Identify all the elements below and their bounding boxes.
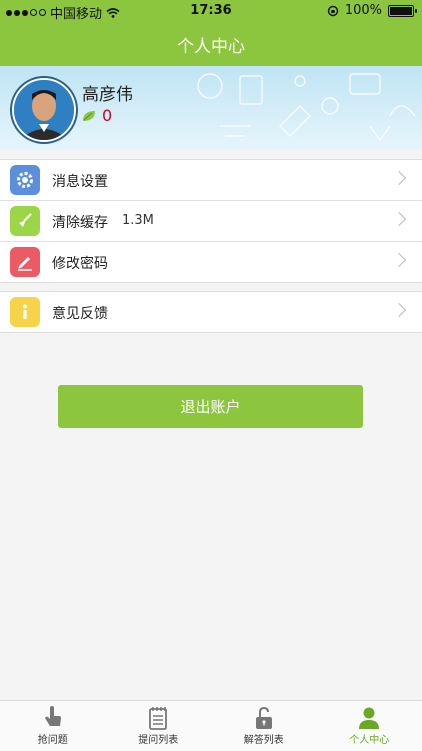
tab-label: 抢问题 [38, 731, 68, 746]
unlock-icon [252, 705, 276, 731]
tab-label: 个人中心 [349, 731, 389, 746]
tab-grab-question[interactable]: 抢问题 [0, 701, 106, 751]
info-icon [10, 297, 40, 327]
leaf-icon [82, 110, 96, 122]
battery-icon [388, 5, 414, 17]
battery-percent: 100% [345, 3, 382, 18]
menu-item-message-settings[interactable]: 消息设置 [0, 160, 422, 201]
broom-icon [10, 206, 40, 236]
pencil-icon [10, 247, 40, 277]
notepad-icon [146, 705, 170, 731]
logout-button[interactable]: 退出账户 [58, 385, 363, 428]
menu-label: 清除缓存 [52, 212, 108, 232]
chevron-right-icon [392, 253, 406, 267]
tab-bar: 抢问题 提问列表 解答列表 个人中心 [0, 700, 422, 751]
menu-item-feedback[interactable]: 意见反馈 [0, 292, 422, 332]
feedback-menu: 意见反馈 [0, 291, 422, 333]
nav-bar: 个人中心 [0, 22, 422, 66]
avatar[interactable] [12, 78, 76, 142]
tab-label: 解答列表 [244, 731, 284, 746]
status-right: 100% [327, 3, 414, 18]
score-row: 0 [82, 106, 112, 125]
doodle-background [180, 66, 422, 150]
menu-label: 消息设置 [52, 171, 108, 191]
tab-question-list[interactable]: 提问列表 [106, 701, 212, 751]
page-title: 个人中心 [177, 32, 245, 57]
cache-size: 1.3M [122, 213, 154, 228]
menu-item-clear-cache[interactable]: 清除缓存 1.3M [0, 201, 422, 242]
chevron-right-icon [392, 303, 406, 317]
score-value: 0 [102, 106, 112, 125]
user-photo [14, 80, 74, 140]
user-name: 高彦伟 [82, 80, 133, 105]
chevron-right-icon [392, 171, 406, 185]
orientation-lock-icon [327, 5, 339, 17]
hand-pointer-icon [41, 705, 65, 731]
settings-menu: 消息设置 清除缓存 1.3M 修改密码 [0, 159, 422, 283]
gear-icon [10, 165, 40, 195]
tab-profile-center[interactable]: 个人中心 [317, 701, 422, 751]
person-icon [357, 705, 381, 731]
tab-answer-list[interactable]: 解答列表 [211, 701, 317, 751]
profile-header: 高彦伟 0 [0, 66, 422, 150]
tab-label: 提问列表 [138, 731, 178, 746]
chevron-right-icon [392, 212, 406, 226]
menu-item-change-password[interactable]: 修改密码 [0, 242, 422, 282]
menu-label: 意见反馈 [52, 303, 108, 323]
menu-label: 修改密码 [52, 253, 108, 273]
status-bar: 中国移动 17:36 100% [0, 0, 422, 22]
